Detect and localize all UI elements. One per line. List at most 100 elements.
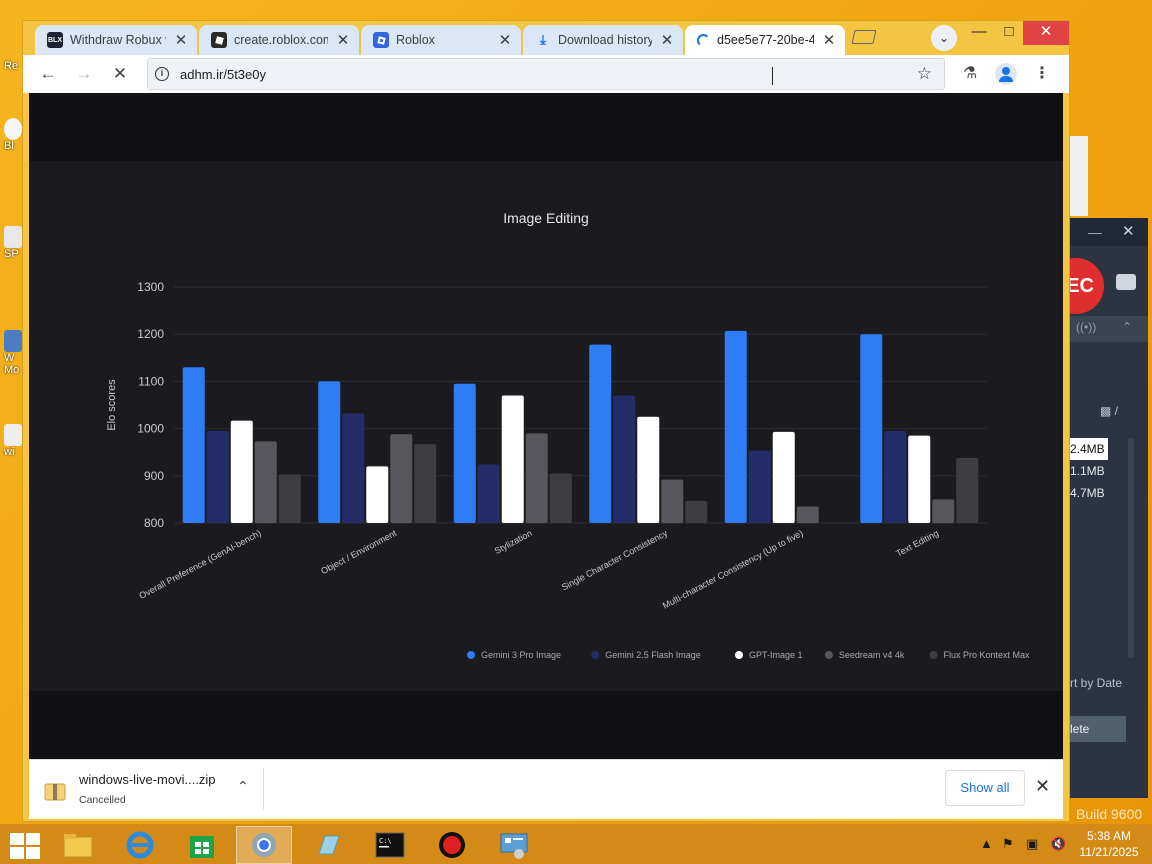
- forward-arrow-icon[interactable]: →: [71, 61, 97, 87]
- windows-build-watermark: Build 9600: [1076, 806, 1143, 822]
- url-text[interactable]: adhm.ir/5t3e0y: [180, 67, 266, 82]
- close-icon[interactable]: ✕: [821, 31, 837, 49]
- tab-roblox[interactable]: Roblox ✕: [361, 25, 521, 55]
- new-tab-icon[interactable]: [851, 30, 877, 44]
- bar: [278, 474, 301, 523]
- x-tick-label: Stylization: [493, 528, 534, 556]
- tab-search-chevron-down-icon[interactable]: ⌄: [931, 25, 957, 51]
- roblox-studio-icon: [211, 32, 227, 48]
- close-icon[interactable]: ✕: [335, 31, 351, 49]
- control-panel-icon[interactable]: [486, 826, 542, 864]
- bar-chart: Image Editing Elo scores 800 900 1000 1100 120…: [106, 210, 1031, 660]
- more-menu-icon[interactable]: ⋮: [1029, 61, 1055, 87]
- tab-title: create.roblox.com: [234, 33, 328, 47]
- bar: [477, 464, 500, 523]
- camera-icon[interactable]: [1116, 274, 1136, 290]
- recorder-scrollbar[interactable]: [1128, 438, 1134, 658]
- tab-active-loading[interactable]: d5ee5e77-20be-4 ✕: [685, 25, 845, 55]
- address-bar[interactable]: i adhm.ir/5t3e0y ☆: [147, 58, 945, 90]
- download-status: Cancelled: [79, 794, 126, 806]
- sort-by-date-label[interactable]: rt by Date: [1070, 676, 1122, 690]
- windows-start-button[interactable]: [8, 831, 40, 859]
- recordings-list: 2.4MB 1.1MB 4.7MB: [1070, 438, 1122, 504]
- file-explorer-icon[interactable]: [50, 826, 106, 864]
- back-arrow-icon[interactable]: ←: [35, 61, 61, 87]
- list-item[interactable]: 4.7MB: [1070, 482, 1122, 504]
- bar: [637, 416, 660, 523]
- show-all-button[interactable]: Show all: [945, 770, 1025, 806]
- download-item[interactable]: windows-live-movi....zip Cancelled ⌃: [37, 766, 263, 812]
- legend-swatch: [735, 651, 743, 659]
- legend-label: Seedream v4 4k: [839, 650, 905, 660]
- x-tick-label: Multi-character Consistency (Up to five): [661, 528, 805, 611]
- legend-label: Gemini 2.5 Flash Image: [605, 650, 701, 660]
- profile-avatar-icon[interactable]: [995, 63, 1017, 85]
- taskbar-clock[interactable]: 5:38 AM 11/21/2025: [1072, 828, 1146, 860]
- tray-chevron-up-icon[interactable]: ▲: [980, 836, 993, 851]
- broadcast-icon[interactable]: ((•)): [1076, 320, 1096, 334]
- close-icon[interactable]: ✕: [1035, 776, 1050, 797]
- browser-toolbar: ← → ✕ i adhm.ir/5t3e0y ☆ ⚗ ⋮: [23, 55, 1069, 93]
- blx-icon: BLX: [47, 32, 63, 48]
- x-tick-label: Overall Preference (GenAI-bench): [137, 528, 262, 601]
- action-center-flag-icon[interactable]: ⚑: [1002, 836, 1014, 852]
- legend-label: Flux Pro Kontext Max: [944, 650, 1031, 660]
- volume-muted-icon[interactable]: 🔇: [1050, 836, 1066, 852]
- bar: [772, 431, 795, 523]
- close-icon[interactable]: ✕: [497, 31, 513, 49]
- close-icon[interactable]: ✕: [1122, 222, 1135, 240]
- minimize-icon[interactable]: —: [1088, 224, 1102, 240]
- tab-create-roblox[interactable]: create.roblox.com ✕: [199, 25, 359, 55]
- chrome-taskbar-icon[interactable]: [236, 826, 292, 864]
- minimize-window-button[interactable]: —: [963, 21, 995, 45]
- maximize-window-button[interactable]: □: [993, 21, 1025, 45]
- y-tick-label: 800: [144, 516, 164, 530]
- svg-text:C:\: C:\: [379, 837, 392, 845]
- close-icon[interactable]: ✕: [659, 31, 675, 49]
- recorder-toolbar: ((•)) ⌃: [1070, 316, 1148, 342]
- divider: [263, 768, 264, 810]
- tab-withdraw-robux[interactable]: BLX Withdraw Robux v ✕: [35, 25, 197, 55]
- bar: [318, 381, 341, 523]
- bar: [860, 334, 883, 523]
- delete-button[interactable]: lete: [1070, 716, 1126, 742]
- tab-download-history[interactable]: ⤓ Download history ✕: [523, 25, 683, 55]
- labs-flask-icon[interactable]: ⚗: [957, 61, 983, 87]
- bar: [884, 430, 907, 523]
- legend-label: Gemini 3 Pro Image: [481, 650, 561, 660]
- internet-explorer-icon[interactable]: [112, 826, 168, 864]
- download-icon: ⤓: [540, 32, 546, 47]
- close-icon[interactable]: ✕: [173, 31, 189, 49]
- y-tick-label: 1300: [137, 280, 164, 294]
- bar: [724, 330, 747, 523]
- site-info-icon[interactable]: i: [155, 67, 169, 81]
- list-item[interactable]: 2.4MB: [1070, 438, 1108, 460]
- windows-taskbar: C:\ ▲ ⚑ ▣ 🔇 5:38 AM 11/21/2025: [0, 824, 1152, 864]
- network-icon[interactable]: ▣: [1026, 836, 1038, 852]
- loading-spinner-icon: [697, 33, 710, 47]
- legend-label: GPT-Image 1: [749, 650, 803, 660]
- bar: [661, 479, 684, 523]
- screen-recorder-icon[interactable]: [424, 826, 480, 864]
- bookmark-star-icon[interactable]: ☆: [917, 64, 932, 84]
- notepad-icon[interactable]: [300, 826, 356, 864]
- y-tick-label: 1100: [138, 374, 164, 388]
- recorder-app-window[interactable]: — ✕ EC ((•)) ⌃ ▩ / 2.4MB 1.1MB 4.7MB rt …: [1048, 218, 1148, 798]
- chevron-up-icon[interactable]: ⌃: [237, 778, 249, 795]
- store-icon[interactable]: [174, 826, 230, 864]
- tab-title: Download history: [558, 33, 652, 47]
- stop-loading-icon[interactable]: ✕: [107, 61, 133, 87]
- list-item[interactable]: 1.1MB: [1070, 460, 1122, 482]
- text-cursor-icon: [772, 67, 774, 85]
- close-window-button[interactable]: ✕: [1023, 21, 1069, 45]
- y-tick-label: 1200: [137, 327, 164, 341]
- tab-title: Withdraw Robux v: [70, 33, 166, 47]
- chevron-up-icon[interactable]: ⌃: [1122, 320, 1132, 334]
- folder-icon[interactable]: ▩ /: [1100, 404, 1118, 418]
- bar: [453, 383, 476, 523]
- zip-file-icon: [44, 783, 66, 801]
- clock-date: 11/21/2025: [1079, 845, 1139, 859]
- x-tick-label: Text Editing: [894, 528, 940, 559]
- bar: [254, 441, 277, 523]
- command-prompt-icon[interactable]: C:\: [362, 826, 418, 864]
